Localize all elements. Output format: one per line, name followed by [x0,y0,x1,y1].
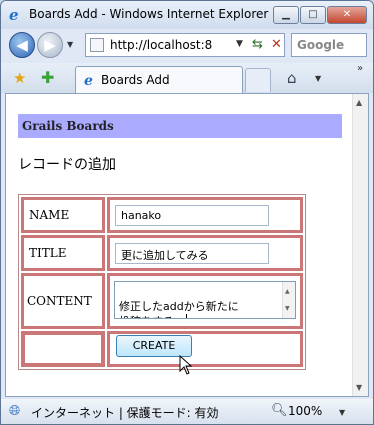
site-banner: Grails Boards [18,114,342,138]
home-dropdown-icon[interactable]: ▼ [315,74,321,83]
content-input-cell: 修正したaddから新たに 投稿をする。 ▲ ▼ [107,273,303,329]
status-bar: 🌐︎ インターネット | 保護モード: 有効 🔍︎ 100% ▼ [1,399,373,424]
zoom-dropdown-icon[interactable]: ▼ [339,408,345,417]
empty-cell [21,331,105,367]
page-icon [90,38,104,52]
create-button[interactable]: CREATE [116,335,192,357]
refresh-icon[interactable]: ⇆ [252,37,263,52]
browser-window: e Boards Add - Windows Internet Explorer… [0,0,374,425]
content-label: CONTENT [27,294,92,308]
scroll-up-arrow-icon[interactable]: ▲ [285,284,290,299]
minimize-button[interactable]: ▁ [273,6,299,24]
title-label: TITLE [29,246,67,260]
zone-status[interactable]: インターネット | 保護モード: 有効 [31,404,219,421]
zoom-icon[interactable]: 🔍︎ [271,403,288,418]
ie-page-icon: e [84,73,93,89]
page-heading: レコードの追加 [18,157,116,173]
address-bar[interactable]: http://localhost:8 ▼ ⇆ ✕ [85,33,285,57]
name-input-cell: hanako [107,197,303,233]
textarea-scrollbar[interactable]: ▲ ▼ [282,282,295,318]
back-button[interactable]: ◀ [9,32,35,58]
globe-icon: 🌐︎ [9,403,21,419]
ie-logo-icon: e [9,6,19,24]
address-dropdown-icon[interactable]: ▼ [236,39,243,49]
scroll-down-arrow-icon[interactable]: ▼ [285,301,290,316]
add-favorite-icon[interactable]: ✚ [41,68,54,87]
recent-pages-dropdown-icon[interactable]: ▼ [67,40,73,49]
title-label-cell: TITLE [21,235,105,271]
name-input[interactable]: hanako [115,205,269,226]
scroll-up-icon[interactable]: ▲ [356,98,362,107]
favorites-star-icon[interactable]: ★ [13,69,26,87]
add-record-form: NAME hanako TITLE 更に追加してみる CONTENT 修正したa… [18,194,306,370]
zoom-level[interactable]: 100% [288,404,322,418]
stop-icon[interactable]: ✕ [271,37,282,52]
mouse-cursor-icon [179,355,193,375]
new-tab-button[interactable] [245,68,271,92]
tab-label: Boards Add [101,73,170,87]
content-textarea-text: 修正したaddから新たに 投稿をする。 [119,300,239,318]
name-label: NAME [29,208,70,222]
maximize-button[interactable]: □ [300,6,326,24]
name-label-cell: NAME [21,197,105,233]
arrow-left-icon: ◀ [16,36,28,54]
page-content: Grails Boards レコードの追加 NAME hanako TITLE … [6,94,353,396]
address-input[interactable]: http://localhost:8 [110,38,230,52]
window-title: Boards Add - Windows Internet Explorer [29,7,269,21]
arrow-right-icon: ▶ [44,36,56,54]
content-textarea[interactable]: 修正したaddから新たに 投稿をする。 ▲ ▼ [114,281,296,319]
content-label-cell: CONTENT [21,273,105,329]
forward-button[interactable]: ▶ [37,32,63,58]
text-caret [186,314,187,318]
tab-boards-add[interactable]: e Boards Add [75,66,243,93]
search-input[interactable]: Google [291,33,367,57]
scroll-down-icon[interactable]: ▼ [356,383,362,392]
title-input-cell: 更に追加してみる [107,235,303,271]
page-scrollbar[interactable]: ▲ ▼ [352,94,368,396]
navigation-bar: ◀ ▶ ▼ http://localhost:8 ▼ ⇆ ✕ Google [1,29,373,63]
page-viewport: Grails Boards レコードの追加 NAME hanako TITLE … [5,93,369,397]
tab-bar: ★ ✚ e Boards Add ⌂ ▼ » [1,63,373,93]
title-input[interactable]: 更に追加してみる [115,243,269,264]
window-controls: ▁ □ ✕ [272,6,367,24]
close-button[interactable]: ✕ [327,6,367,24]
more-tools-chevron-icon[interactable]: » [357,63,363,74]
home-icon[interactable]: ⌂ [287,69,297,87]
title-bar: e Boards Add - Windows Internet Explorer… [1,1,373,29]
